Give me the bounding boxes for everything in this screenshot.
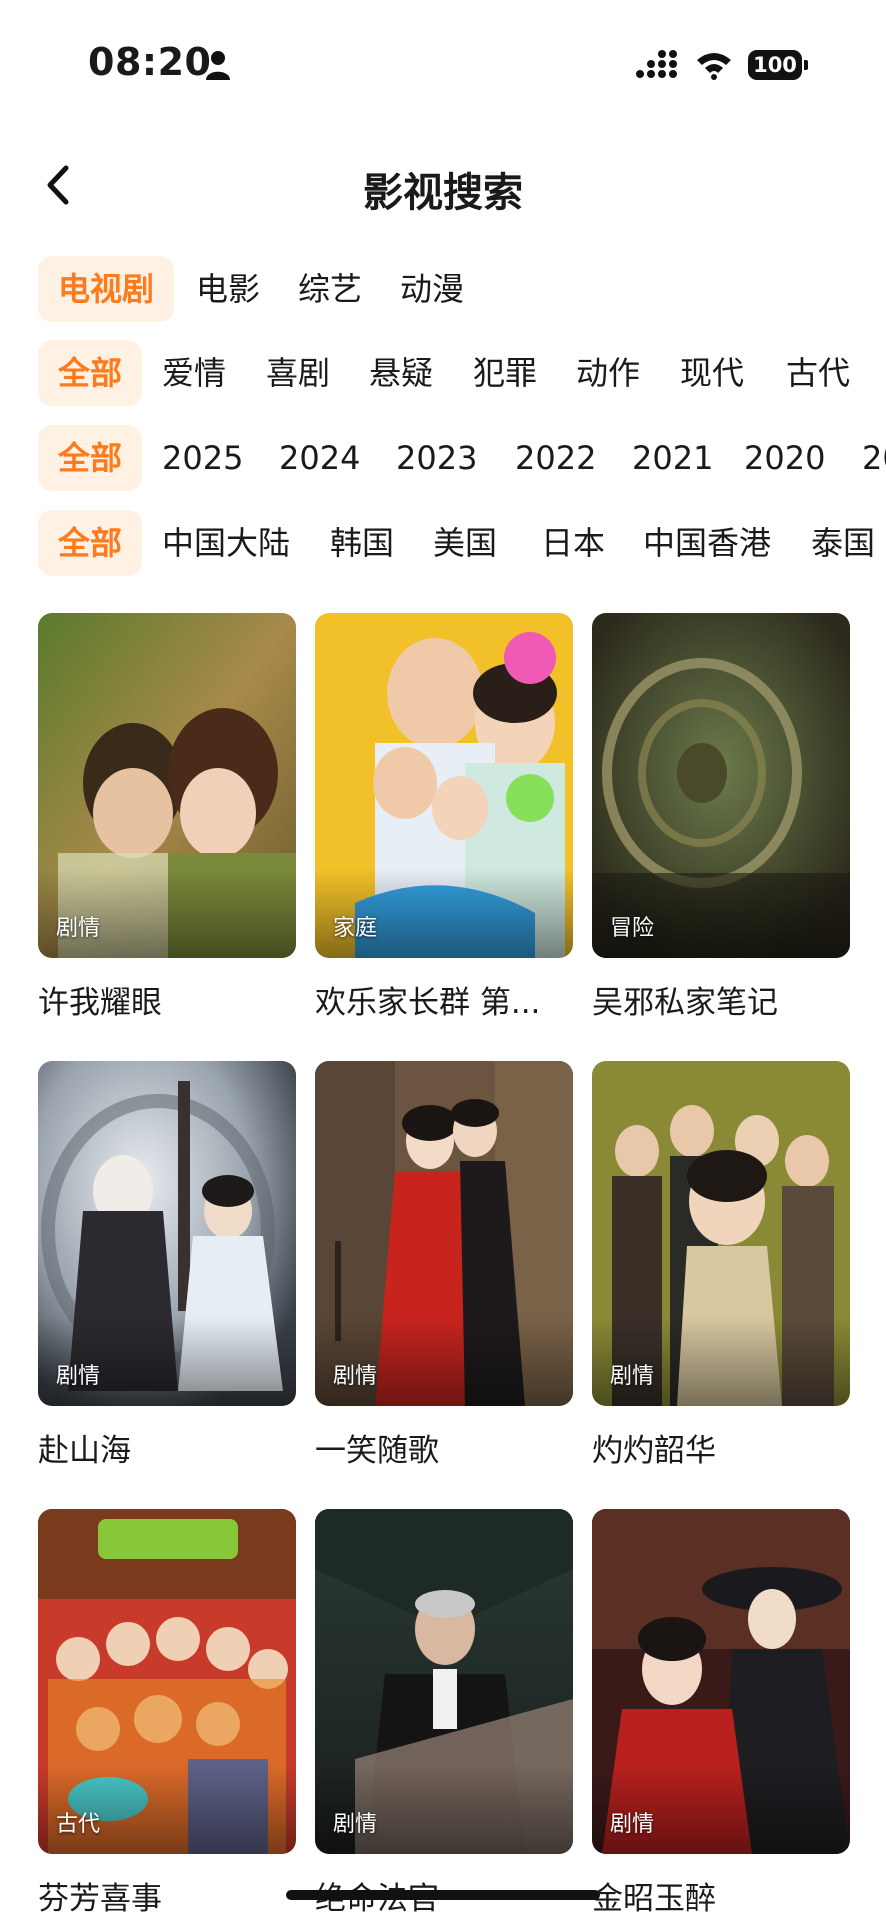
signal-icon: [636, 50, 677, 78]
category-chip-variety[interactable]: 综艺: [298, 256, 362, 322]
genre-chip-comedy[interactable]: 喜剧: [266, 340, 330, 406]
poster-image: 剧情: [315, 1509, 573, 1854]
genre-chip-mystery[interactable]: 悬疑: [369, 340, 433, 406]
year-chip-2025[interactable]: 2025: [162, 425, 243, 491]
card-title: 灼灼韶华: [592, 1433, 716, 1469]
nav-header: 影视搜索: [0, 140, 886, 230]
person-icon: [206, 51, 230, 80]
result-card[interactable]: 剧情 一笑随歌: [315, 1061, 573, 1471]
result-card[interactable]: 冒险 吴邪私家笔记: [592, 613, 850, 1023]
result-card[interactable]: 家庭 欢乐家长群 第...: [315, 613, 573, 1023]
result-card[interactable]: 剧情 金昭玉醉: [592, 1509, 850, 1919]
status-time: 08:20: [88, 40, 212, 84]
category-chip-tv[interactable]: 电视剧: [38, 256, 174, 322]
year-chip-2024[interactable]: 2024: [279, 425, 360, 491]
result-card[interactable]: 剧情 许我耀眼: [38, 613, 296, 1023]
poster-image: 剧情: [315, 1061, 573, 1406]
result-card[interactable]: 古代 芬芳喜事: [38, 1509, 296, 1919]
genre-tag: 剧情: [610, 1812, 655, 1837]
region-chip-all[interactable]: 全部: [38, 510, 142, 576]
page-title: 影视搜索: [363, 170, 523, 216]
genre-tag: 古代: [56, 1812, 101, 1837]
year-chip-all[interactable]: 全部: [38, 425, 142, 491]
wifi-icon: [697, 53, 731, 80]
card-title: 芬芳喜事: [38, 1881, 162, 1917]
year-filter-row: 全部 2025 2024 2023 2022 2021 2020 20: [38, 425, 886, 493]
home-indicator[interactable]: [286, 1890, 600, 1900]
battery-level: 100: [748, 50, 802, 80]
region-chip-korea[interactable]: 韩国: [330, 510, 394, 576]
genre-chip-ancient[interactable]: 古代: [786, 340, 850, 406]
poster-image: 剧情: [592, 1509, 850, 1854]
genre-tag: 剧情: [56, 1364, 101, 1389]
genre-chip-action[interactable]: 动作: [576, 340, 640, 406]
poster-image: 剧情: [38, 613, 296, 958]
result-card[interactable]: 剧情 灼灼韶华: [592, 1061, 850, 1471]
region-chip-japan[interactable]: 日本: [541, 510, 605, 576]
result-card[interactable]: 剧情 赴山海: [38, 1061, 296, 1471]
poster-image: 剧情: [592, 1061, 850, 1406]
category-chip-anime[interactable]: 动漫: [400, 256, 464, 322]
year-chip-2023[interactable]: 2023: [396, 425, 477, 491]
card-title: 金昭玉醉: [592, 1881, 716, 1917]
poster-image: 冒险: [592, 613, 850, 958]
region-chip-mainland[interactable]: 中国大陆: [162, 510, 290, 576]
genre-chip-crime[interactable]: 犯罪: [473, 340, 537, 406]
card-title: 欢乐家长群 第...: [315, 985, 541, 1021]
genre-chip-all[interactable]: 全部: [38, 340, 142, 406]
card-title: 一笑随歌: [315, 1433, 439, 1469]
genre-tag: 剧情: [333, 1364, 378, 1389]
poster-image: 古代: [38, 1509, 296, 1854]
genre-tag: 家庭: [333, 916, 378, 941]
year-chip-truncated[interactable]: 20: [862, 425, 886, 491]
category-chip-movie[interactable]: 电影: [196, 256, 260, 322]
result-card[interactable]: 剧情 绝命法官: [315, 1509, 573, 1919]
year-chip-2020[interactable]: 2020: [744, 425, 825, 491]
genre-chip-romance[interactable]: 爱情: [162, 340, 226, 406]
card-title: 赴山海: [38, 1433, 131, 1469]
poster-image: 家庭: [315, 613, 573, 958]
year-chip-2021[interactable]: 2021: [632, 425, 713, 491]
genre-tag: 剧情: [56, 916, 101, 941]
status-bar: 08:20 100: [0, 0, 886, 110]
region-chip-thailand[interactable]: 泰国: [811, 510, 875, 576]
region-chip-hongkong[interactable]: 中国香港: [643, 510, 771, 576]
genre-chip-modern[interactable]: 现代: [680, 340, 744, 406]
genre-tag: 冒险: [610, 916, 655, 941]
genre-tag: 剧情: [610, 1364, 655, 1389]
battery-icon: 100: [748, 50, 810, 80]
card-title: 吴邪私家笔记: [592, 985, 778, 1021]
region-chip-usa[interactable]: 美国: [433, 510, 497, 576]
card-title: 许我耀眼: [38, 985, 162, 1021]
genre-tag: 剧情: [333, 1812, 378, 1837]
poster-image: 剧情: [38, 1061, 296, 1406]
year-chip-2022[interactable]: 2022: [515, 425, 596, 491]
